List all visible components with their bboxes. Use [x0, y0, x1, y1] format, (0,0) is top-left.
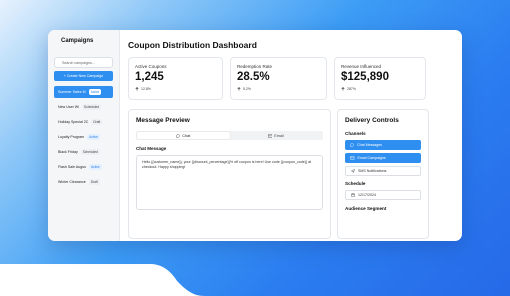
panel-title: Message Preview [136, 117, 190, 124]
panels-row: Message Preview Chat Email Chat Message … [128, 109, 453, 239]
stat-card-redemption-rate: Redemption Rate 28.5% 5.2% [230, 57, 327, 100]
campaign-name: Holiday Special 2C [58, 120, 89, 124]
status-badge: Scheduled [81, 104, 102, 110]
stat-label: Redemption Rate [237, 64, 273, 69]
channel-tabs: Chat Email [136, 131, 323, 140]
arrow-up-icon [341, 86, 345, 90]
create-campaign-button[interactable]: + Create New Campaign [54, 71, 113, 81]
stat-change: 12.8% [135, 87, 216, 91]
delivery-controls-panel: Delivery Controls Channels Chat Messages… [337, 109, 429, 239]
stat-change: 5.2% [237, 87, 320, 91]
stat-change-value: 5.2% [243, 86, 251, 91]
page-title: Coupon Distribution Dashboard [128, 40, 257, 50]
campaign-item[interactable]: Flash Sale Augus Active [54, 161, 113, 173]
status-badge: Active [88, 89, 102, 95]
stat-label: Active Coupons [135, 64, 167, 69]
stat-value: $125,890 [341, 71, 389, 83]
status-badge: Active [88, 164, 102, 170]
stat-value: 28.5% [237, 71, 270, 83]
campaign-item[interactable]: Holiday Special 2C Draft [54, 116, 113, 128]
channel-sms-notifications[interactable]: SMS Notifications [345, 166, 421, 176]
schedule-label: Schedule [345, 181, 366, 186]
campaign-item[interactable]: New User Wi Scheduled [54, 101, 113, 113]
sidebar: Campaigns + Create New Campaign Summer S… [48, 30, 120, 241]
arrow-up-icon [135, 86, 139, 90]
chat-bubble-icon [176, 133, 181, 138]
calendar-icon [351, 193, 355, 197]
campaign-item[interactable]: Winter Clearance Draft [54, 176, 113, 188]
search-box[interactable] [54, 57, 113, 68]
tab-email[interactable]: Email [230, 132, 323, 139]
channel-chat-messages[interactable]: Chat Messages [345, 140, 421, 150]
panel-title: Delivery Controls [345, 117, 399, 124]
stat-change-value: 12.8% [141, 86, 151, 91]
channel-label: SMS Notifications [358, 169, 387, 173]
campaign-name: New User Wi [58, 105, 79, 109]
stat-change-value: 287% [347, 86, 356, 91]
chat-bubble-icon [350, 143, 354, 147]
status-badge: Draft [88, 179, 100, 185]
chat-message-textarea[interactable]: Hello {{customer_name}}, your {{discount… [136, 155, 323, 210]
stat-change: 287% [341, 87, 419, 91]
channel-label: Email Campaigns [357, 156, 386, 160]
campaign-name: Loyalty Program [58, 135, 85, 139]
status-badge: Active [87, 134, 100, 140]
mail-icon [350, 156, 355, 160]
sidebar-title: Campaigns [61, 38, 94, 44]
arrow-up-icon [237, 86, 241, 90]
campaign-list: Summer Sales M Active New User Wi Scheduled… [53, 86, 114, 188]
tab-email-label: Email [274, 133, 284, 138]
schedule-date-field[interactable]: 12/17/2024 [345, 190, 421, 200]
chat-message-label: Chat Message [136, 146, 167, 151]
status-badge: Draft [91, 119, 103, 125]
tab-chat-label: Chat [182, 133, 191, 138]
schedule-date-value: 12/17/2024 [358, 193, 376, 197]
campaign-item[interactable]: Black Friday Scheduled [54, 146, 113, 158]
campaign-name: Flash Sale Augus [58, 165, 86, 169]
send-icon [351, 169, 355, 173]
tab-chat[interactable]: Chat [137, 132, 230, 139]
campaign-item[interactable]: Loyalty Program Active [54, 131, 113, 143]
stat-label: Revenue Influenced [341, 64, 382, 69]
campaign-name: Black Friday [58, 150, 78, 154]
stats-row: Active Coupons 1,245 12.8% Redemption Ra… [128, 57, 453, 100]
status-badge: Scheduled [80, 149, 100, 155]
stat-card-revenue: Revenue Influenced $125,890 287% [334, 57, 426, 100]
channels-label: Channels [345, 131, 366, 136]
search-input[interactable] [62, 60, 109, 65]
channel-email-campaigns[interactable]: Email Campaigns [345, 153, 421, 163]
message-preview-panel: Message Preview Chat Email Chat Message … [128, 109, 331, 239]
stat-value: 1,245 [135, 71, 164, 83]
audience-segment-label: Audience Segment [345, 206, 387, 211]
stat-card-active-coupons: Active Coupons 1,245 12.8% [128, 57, 223, 100]
app-window: Campaigns + Create New Campaign Summer S… [48, 30, 462, 241]
mail-icon [267, 133, 273, 138]
main-content: Coupon Distribution Dashboard Active Cou… [120, 30, 462, 241]
campaign-name: Summer Sales M [58, 90, 86, 94]
channel-label: Chat Messages [357, 143, 382, 147]
campaign-name: Winter Clearance [58, 180, 86, 184]
background-wave [0, 264, 205, 296]
create-campaign-label: + Create New Campaign [63, 74, 104, 78]
campaign-item[interactable]: Summer Sales M Active [54, 86, 113, 98]
